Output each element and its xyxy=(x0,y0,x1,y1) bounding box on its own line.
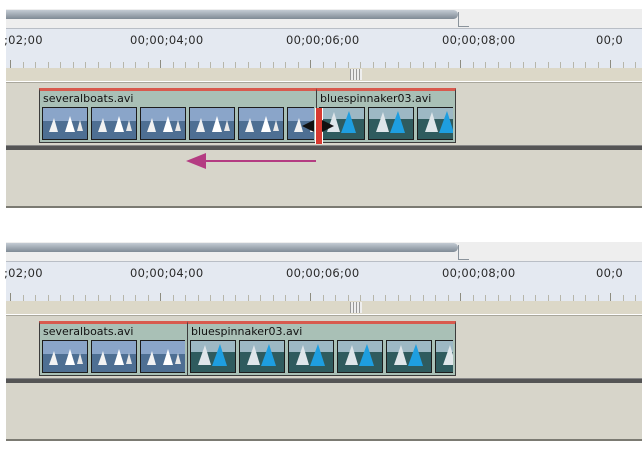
clip-thumbnail xyxy=(417,107,453,140)
work-area-end-marker[interactable] xyxy=(458,12,469,27)
ruler-label: 00;00;08;00 xyxy=(442,33,516,47)
ruler-label: ;02;00 xyxy=(4,33,43,47)
clip-thumbnail xyxy=(368,107,414,140)
work-area-bar[interactable] xyxy=(6,243,458,252)
clip-name: bluespinnaker03.avi xyxy=(320,92,432,105)
ruler-label: 00;00;08;00 xyxy=(442,266,516,280)
timeline-panel-after: ;02;00 00;00;04;00 00;00;06;00 00;00;08;… xyxy=(0,233,642,441)
ruler-tick xyxy=(10,293,11,301)
clip-thumbnail xyxy=(288,340,334,373)
track-divider-bottom xyxy=(6,439,642,441)
ruler-tick xyxy=(160,293,161,301)
ruler-label: 00;00;06;00 xyxy=(286,33,360,47)
ruler-scroll-grip[interactable] xyxy=(350,302,362,313)
clip-thumbnail xyxy=(91,340,137,373)
timeline-panel-before: ;02;00 00;00;04;00 00;00;06;00 00;00;08;… xyxy=(0,0,642,208)
clip-name: severalboats.avi xyxy=(43,325,134,338)
time-ruler[interactable]: ;02;00 00;00;04;00 00;00;06;00 00;00;08;… xyxy=(4,28,642,81)
clip-thumbnail xyxy=(435,340,453,373)
clip-thumbnail xyxy=(190,340,236,373)
empty-track[interactable] xyxy=(6,383,642,439)
empty-track[interactable] xyxy=(6,150,642,206)
ruler-label: 00;0 xyxy=(596,266,624,280)
ruler-tick xyxy=(160,60,161,68)
clip-thumbnails xyxy=(319,107,453,140)
clip-thumbnail xyxy=(386,340,432,373)
ruler-label: 00;0 xyxy=(596,33,624,47)
clip-thumbnail xyxy=(238,107,284,140)
ruler-tick xyxy=(460,293,461,301)
track-divider-bottom xyxy=(6,206,642,208)
clip-severalboats[interactable]: severalboats.avi xyxy=(39,321,188,376)
ruler-scroll-strip[interactable] xyxy=(6,301,642,314)
clip-thumbnail xyxy=(42,340,88,373)
ruler-ticks xyxy=(6,293,642,301)
clip-bluespinnaker03[interactable]: bluespinnaker03.avi xyxy=(187,321,456,376)
rolling-edit-cursor-icon xyxy=(300,106,336,146)
ruler-label: 00;00;04;00 xyxy=(130,33,204,47)
clip-severalboats[interactable]: severalboats.avi xyxy=(39,88,317,143)
clip-thumbnail xyxy=(91,107,137,140)
clip-thumbnail xyxy=(42,107,88,140)
drag-left-arrow-icon xyxy=(186,150,316,172)
ruler-tick xyxy=(10,60,11,68)
work-area-end-marker[interactable] xyxy=(458,245,469,260)
clip-bluespinnaker03[interactable]: bluespinnaker03.avi xyxy=(316,88,456,143)
work-area-bar[interactable] xyxy=(6,10,458,19)
clip-thumbnails xyxy=(42,107,314,140)
clip-thumbnail xyxy=(140,340,185,373)
clip-thumbnail xyxy=(140,107,186,140)
clip-thumbnails xyxy=(42,340,185,373)
clip-thumbnails xyxy=(190,340,453,373)
ruler-ticks xyxy=(6,60,642,68)
ruler-scroll-strip[interactable] xyxy=(6,68,642,81)
clip-thumbnail xyxy=(189,107,235,140)
ruler-label: ;02;00 xyxy=(4,266,43,280)
ruler-tick xyxy=(610,60,611,68)
ruler-scroll-grip[interactable] xyxy=(350,69,362,80)
ruler-label: 00;00;06;00 xyxy=(286,266,360,280)
ruler-tick xyxy=(310,293,311,301)
clip-name: severalboats.avi xyxy=(43,92,134,105)
ruler-tick xyxy=(310,60,311,68)
clip-name: bluespinnaker03.avi xyxy=(191,325,303,338)
ruler-tick xyxy=(610,293,611,301)
ruler-label: 00;00;04;00 xyxy=(130,266,204,280)
clip-thumbnail xyxy=(337,340,383,373)
clip-thumbnail xyxy=(239,340,285,373)
time-ruler[interactable]: ;02;00 00;00;04;00 00;00;06;00 00;00;08;… xyxy=(4,261,642,314)
ruler-tick xyxy=(460,60,461,68)
